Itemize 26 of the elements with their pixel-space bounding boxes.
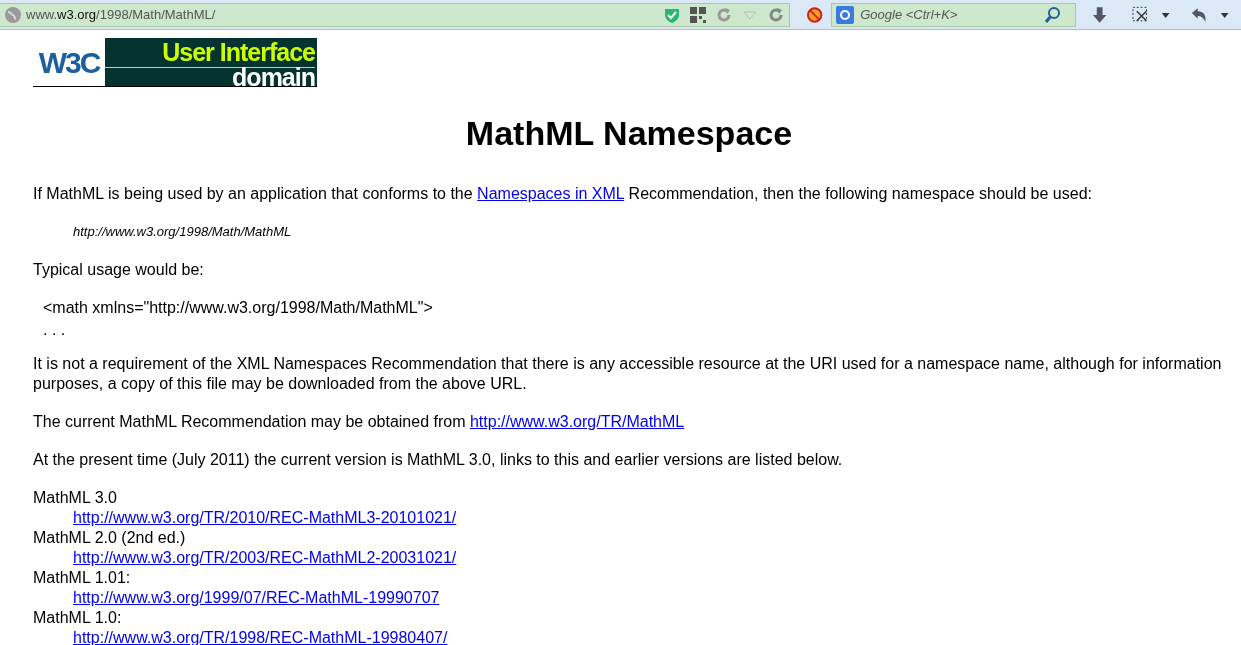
paragraph: At the present time (July 2011) the current version is MathML 3.0, links to this and earlier versions are listed below.	[33, 449, 844, 470]
link[interactable]: http://www.w3.org/1999/07/REC-MathML-19990707	[73, 588, 440, 606]
version-label: MathML 1.01:	[33, 568, 131, 586]
version-label: MathML 3.0	[33, 488, 117, 506]
paragraph: The current MathML Recommendation may be obtained from http://www.w3.org/TR/MathML	[33, 411, 686, 432]
blocked-icon[interactable]	[805, 5, 824, 24]
search-icon[interactable]	[1043, 5, 1062, 24]
paragraph: Typical usage would be:	[33, 259, 205, 280]
paragraph: It is not a requirement of the XML Namespaces Recommendation that there is any accessible resource at the URI used for a namespace name, although for information purposes, a copy of this file may be downloaded from the above URL.	[33, 353, 1223, 394]
link[interactable]: http://www.w3.org/TR/MathML	[469, 412, 685, 430]
page-title: MathML Namespace	[464, 113, 794, 154]
link[interactable]: http://www.w3.org/TR/2003/REC-MathML2-20031021/	[73, 548, 457, 566]
paragraph: If MathML is being used by an application that conforms to the Namespaces in XML Recommendation, then the following namespace should be used:	[33, 183, 1093, 204]
logo-title: User Interface	[105, 38, 315, 68]
qr-code-icon[interactable]	[688, 5, 707, 24]
download-icon[interactable]	[1090, 5, 1108, 24]
logo-subtitle: domain	[232, 68, 315, 87]
version-label: MathML 2.0 (2nd ed.)	[33, 528, 186, 546]
link[interactable]: Namespaces in XML	[477, 184, 625, 202]
search-field[interactable]: Google <Ctrl+K>	[831, 2, 1077, 27]
screenshot-icon[interactable]	[1131, 5, 1150, 24]
link[interactable]: http://www.w3.org/TR/2010/REC-MathML3-20101021/	[73, 508, 457, 526]
code-line: <math xmlns="http://www.w3.org/1998/Math/MathML">	[43, 297, 434, 318]
namespace-uri: http://www.w3.org/1998/Math/MathML	[73, 222, 293, 241]
version-label: MathML 1.0:	[33, 608, 122, 626]
code-line: . . .	[43, 323, 67, 336]
